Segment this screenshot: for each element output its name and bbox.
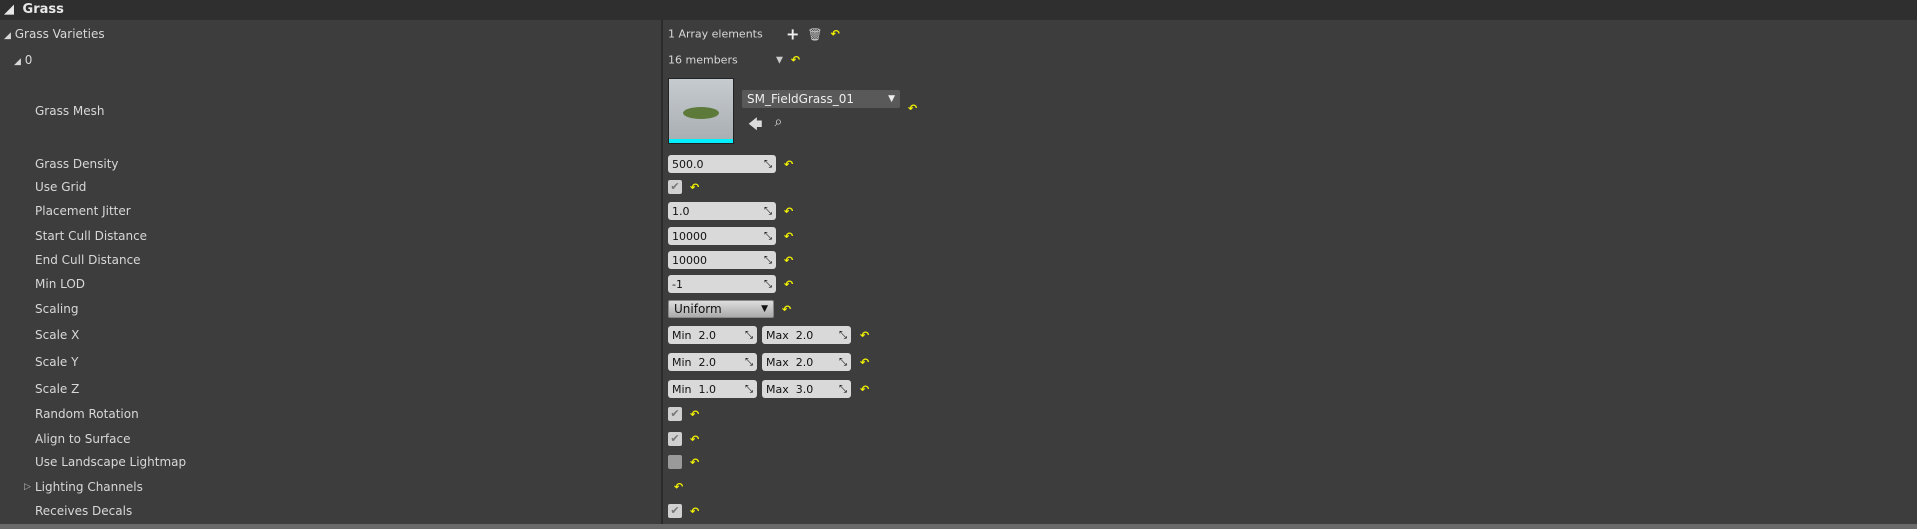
- reset-icon[interactable]: ↶: [782, 303, 791, 316]
- section-header-grass[interactable]: ◢ Grass: [0, 0, 1917, 20]
- use-grid-checkbox[interactable]: ✔: [668, 180, 682, 194]
- reset-icon[interactable]: ↶: [784, 230, 793, 243]
- grass-density-input[interactable]: 500.0 ⤡: [668, 155, 776, 173]
- label: Scale X: [35, 328, 80, 342]
- placement-jitter-input[interactable]: 1.0 ⤡: [668, 202, 776, 220]
- label: Scale Z: [35, 382, 80, 396]
- reset-icon[interactable]: ↶: [690, 408, 699, 421]
- label: Scale Y: [35, 355, 79, 369]
- label: Lighting Channels: [35, 480, 143, 494]
- scale-y-min-input[interactable]: Min 2.0 ⤡: [668, 353, 757, 371]
- reset-icon[interactable]: ↶: [690, 433, 699, 446]
- expand-icon[interactable]: ◢: [4, 31, 11, 41]
- scale-y-max-input[interactable]: Max 2.0 ⤡: [762, 353, 851, 371]
- label: Use Landscape Lightmap: [35, 455, 187, 469]
- asset-name: SM_FieldGrass_01: [747, 92, 855, 106]
- reset-icon[interactable]: ↶: [860, 329, 869, 342]
- label: Use Grid: [35, 180, 87, 194]
- column-splitter[interactable]: [661, 20, 663, 525]
- spin-icon[interactable]: ⤡: [764, 279, 772, 290]
- label: End Cull Distance: [35, 253, 141, 267]
- delete-all-icon[interactable]: 🗑: [807, 27, 822, 41]
- mesh-asset-picker[interactable]: SM_FieldGrass_01 ▼: [742, 90, 900, 108]
- reset-icon[interactable]: ↶: [690, 456, 699, 469]
- label: Start Cull Distance: [35, 229, 148, 243]
- align-to-surface-checkbox[interactable]: ✔: [668, 432, 682, 446]
- spin-icon[interactable]: ⤡: [764, 231, 772, 242]
- members-text: 16 members: [668, 53, 738, 67]
- horizontal-scrollbar[interactable]: [0, 524, 1917, 529]
- label: Scaling: [35, 302, 79, 316]
- chevron-down-icon: ▼: [888, 94, 895, 104]
- mesh-thumbnail[interactable]: [668, 78, 734, 144]
- end-cull-input[interactable]: 10000 ⤡: [668, 251, 776, 269]
- spin-icon[interactable]: ⤡: [764, 206, 772, 217]
- reset-icon[interactable]: ↶: [784, 205, 793, 218]
- reset-icon[interactable]: ↶: [784, 254, 793, 267]
- browse-search-icon[interactable]: ⌕: [774, 114, 782, 138]
- reset-icon[interactable]: ↶: [784, 158, 793, 171]
- expand-arrow-icon[interactable]: ▷: [24, 482, 31, 492]
- scale-z-min-input[interactable]: Min 1.0 ⤡: [668, 380, 757, 398]
- label: Receives Decals: [35, 504, 133, 518]
- expand-icon[interactable]: ◢: [14, 57, 21, 67]
- receives-decals-checkbox[interactable]: ✔: [668, 504, 682, 518]
- scale-x-min-input[interactable]: Min 2.0 ⤡: [668, 326, 757, 344]
- array-count: 1 Array elements: [668, 27, 763, 41]
- min-lod-input[interactable]: -1 ⤡: [668, 275, 776, 293]
- element-menu-dropdown[interactable]: ▼: [776, 55, 783, 65]
- start-cull-input[interactable]: 10000 ⤡: [668, 227, 776, 245]
- section-title: Grass: [22, 2, 64, 17]
- random-rotation-checkbox[interactable]: ✔: [668, 407, 682, 421]
- spin-icon[interactable]: ⤡: [764, 159, 772, 170]
- label: 0: [24, 53, 33, 67]
- reset-icon[interactable]: ↶: [674, 481, 683, 494]
- spin-icon[interactable]: ⤡: [764, 255, 772, 266]
- scaling-dropdown[interactable]: Uniform ▼: [668, 300, 774, 318]
- scale-z-max-input[interactable]: Max 3.0 ⤡: [762, 380, 851, 398]
- label: Random Rotation: [35, 407, 139, 421]
- reset-icon[interactable]: ↶: [791, 54, 800, 67]
- chevron-down-icon: ▼: [761, 304, 768, 314]
- reset-icon[interactable]: ↶: [831, 28, 840, 41]
- reset-icon[interactable]: ↶: [908, 102, 917, 115]
- reset-icon[interactable]: ↶: [784, 278, 793, 291]
- reset-icon[interactable]: ↶: [860, 383, 869, 396]
- label: Placement Jitter: [35, 204, 131, 218]
- label: Align to Surface: [35, 432, 131, 446]
- label: Grass Mesh: [35, 104, 105, 118]
- scale-x-max-input[interactable]: Max 2.0 ⤡: [762, 326, 851, 344]
- add-element-icon[interactable]: +: [786, 25, 799, 44]
- reset-icon[interactable]: ↶: [690, 181, 699, 194]
- label: Grass Density: [35, 157, 119, 171]
- collapse-icon: ◢: [4, 2, 14, 17]
- label: Min LOD: [35, 277, 86, 291]
- label: Grass Varieties: [14, 27, 105, 41]
- reset-icon[interactable]: ↶: [690, 505, 699, 518]
- landscape-lightmap-checkbox[interactable]: [668, 455, 682, 469]
- reset-icon[interactable]: ↶: [860, 356, 869, 369]
- use-selected-arrow-icon[interactable]: 🡄: [748, 114, 762, 138]
